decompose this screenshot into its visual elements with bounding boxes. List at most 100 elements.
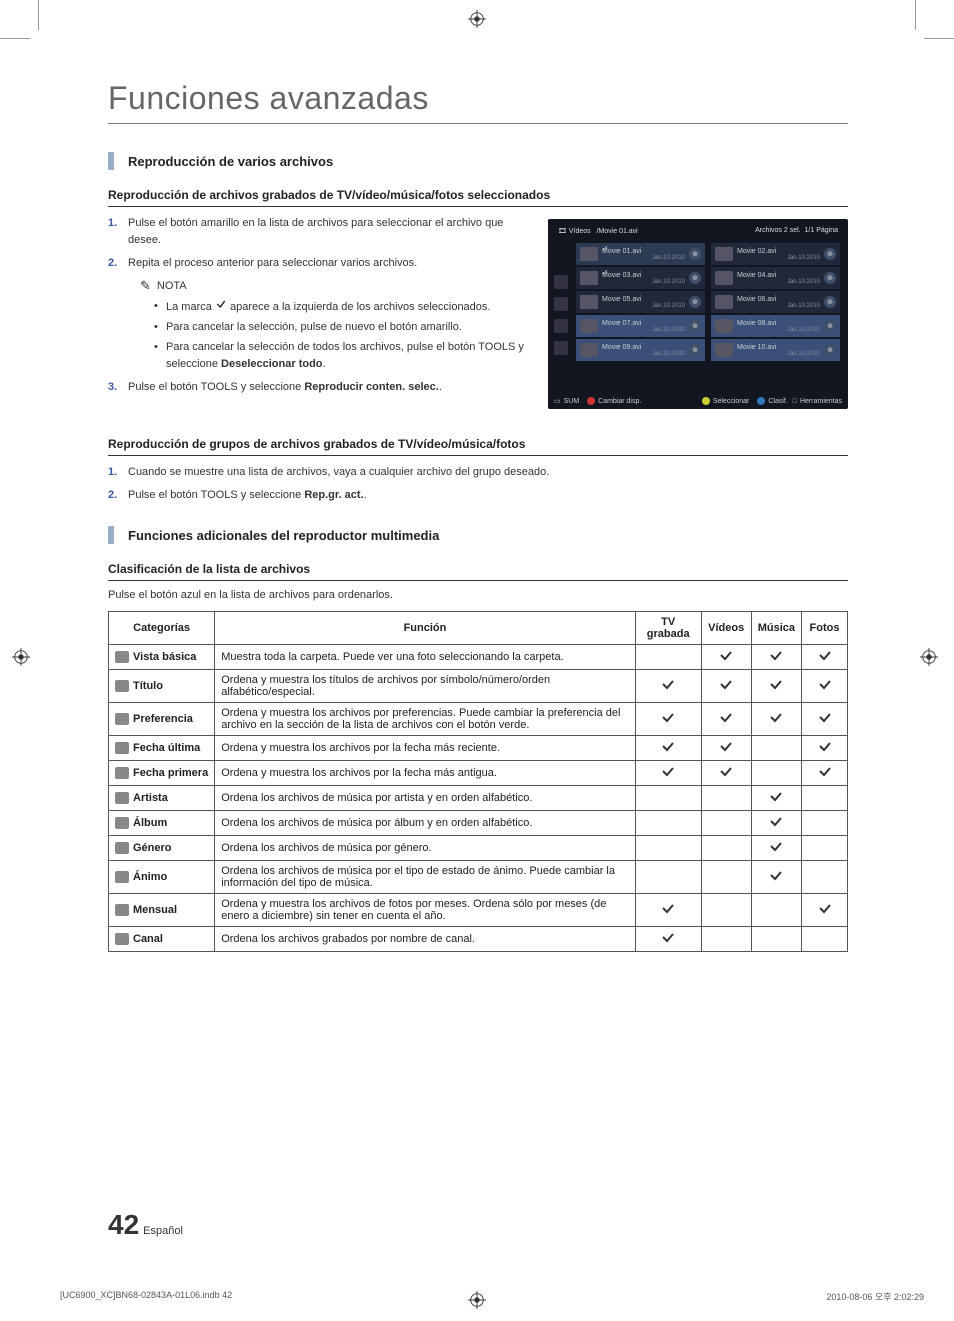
step-text: Pulse el botón TOOLS y seleccione Reprod… (128, 379, 530, 396)
ss-file-item: Movie 04.aviJan.10.2010⊕ (711, 267, 840, 289)
note-label: ✎ NOTA (140, 278, 530, 294)
table-row: ArtistaOrdena los archivos de música por… (109, 786, 848, 811)
cell-videos (701, 670, 751, 703)
ss-file-name: Movie 07.avi (602, 320, 685, 327)
ss-section-title: Vídeos (569, 228, 591, 235)
category-icon (115, 713, 129, 725)
cell-function: Ordena y muestra los títulos de archivos… (215, 670, 636, 703)
cell-tv (635, 811, 701, 836)
cell-function: Ordena los archivos grabados por nombre … (215, 927, 636, 952)
ss-file-name: Movie 02.avi (737, 248, 820, 255)
registration-mark-icon (920, 648, 938, 666)
cell-videos (701, 861, 751, 894)
ss-file-date: Jan.10.2010 (737, 255, 820, 261)
ss-thumbnail (580, 271, 598, 285)
footer-right: 2010-08-06 오후 2:02:29 (826, 1290, 924, 1303)
red-button-icon (587, 397, 595, 405)
ss-action-icon: ⊕ (689, 296, 701, 308)
page-number: 42Español (108, 1209, 183, 1241)
ss-file-name: Movie 04.avi (737, 272, 820, 279)
ss-action-icon: ⊕ (689, 344, 701, 356)
crop-mark (915, 0, 916, 30)
ss-thumbnail (715, 295, 733, 309)
ss-file-name: Movie 10.avi (737, 344, 820, 351)
cell-photos (802, 927, 848, 952)
cell-music (751, 861, 801, 894)
yellow-button-icon (702, 397, 710, 405)
ss-thumbnail (715, 247, 733, 261)
ss-action-icon: ⊕ (824, 320, 836, 332)
ss-file-name: Movie 08.avi (737, 320, 820, 327)
step-text: Cuando se muestre una lista de archivos,… (128, 464, 848, 481)
cell-videos (701, 703, 751, 736)
ss-thumbnail (715, 343, 733, 357)
cell-photos (802, 645, 848, 670)
print-footer: [UC6900_XC]BN68-02843A-01L06.indb 42 201… (60, 1290, 924, 1303)
ss-file-name: Movie 09.avi (602, 344, 685, 351)
cell-tv (635, 703, 701, 736)
cell-function: Ordena los archivos de música por artist… (215, 786, 636, 811)
table-row: PreferenciaOrdena y muestra los archivos… (109, 703, 848, 736)
cell-function: Ordena y muestra los archivos por la fec… (215, 736, 636, 761)
step-number: 3. (108, 379, 128, 396)
cell-function: Ordena los archivos de música por género… (215, 836, 636, 861)
crop-mark (38, 0, 39, 30)
ss-file-name: Movie 06.avi (737, 296, 820, 303)
check-icon: ✓ (602, 244, 609, 253)
ss-file-item: Movie 07.aviJan.10.2010⊕ (576, 315, 705, 337)
ss-action-icon: ⊕ (824, 344, 836, 356)
cell-category: Artista (109, 786, 215, 811)
ss-selection-count: Archivos 2 sel. (755, 227, 801, 234)
cell-category: Preferencia (109, 703, 215, 736)
ss-action-icon: ⊕ (689, 272, 701, 284)
ss-action-icon: ⊕ (824, 248, 836, 260)
cell-tv (635, 786, 701, 811)
table-row: ÁlbumOrdena los archivos de música por á… (109, 811, 848, 836)
ss-file-date: Jan.10.2010 (602, 279, 685, 285)
note-bullet: Para cancelar la selección, pulse de nue… (154, 319, 530, 336)
cell-videos (701, 736, 751, 761)
ss-file-name: Movie 03.avi (602, 272, 685, 279)
cell-category: Ánimo (109, 861, 215, 894)
cell-videos (701, 894, 751, 927)
ss-file-item: ✓Movie 03.aviJan.10.2010⊕ (576, 267, 705, 289)
cell-function: Ordena y muestra los archivos de fotos p… (215, 894, 636, 927)
registration-mark-icon (12, 648, 30, 666)
cell-function: Ordena y muestra los archivos por prefer… (215, 703, 636, 736)
ss-sidebar (554, 275, 568, 355)
cell-category: Álbum (109, 811, 215, 836)
ss-breadcrumb: /Movie 01.avi (596, 228, 637, 235)
ss-file-date: Jan.10.2010 (737, 327, 820, 333)
ui-screenshot-panel: 🎞 Vídeos /Movie 01.avi Archivos 2 sel. 1… (548, 219, 848, 409)
cell-category: Título (109, 670, 215, 703)
cell-function: Ordena los archivos de música por álbum … (215, 811, 636, 836)
step-number: 2. (108, 487, 128, 504)
cell-music (751, 894, 801, 927)
ss-file-date: Jan.10.2010 (602, 303, 685, 309)
cell-tv (635, 927, 701, 952)
check-icon (215, 298, 227, 310)
cell-photos (802, 761, 848, 786)
cell-tv (635, 894, 701, 927)
cell-tv (635, 861, 701, 894)
ss-file-date: Jan.10.2010 (602, 255, 685, 261)
cell-category: Canal (109, 927, 215, 952)
ss-thumbnail (580, 247, 598, 261)
ss-file-date: Jan.10.2010 (602, 327, 685, 333)
ss-footer-right: Seleccionar Clasif. □ Herramientas (702, 397, 842, 405)
category-icon (115, 742, 129, 754)
crop-mark (0, 38, 30, 39)
cell-photos (802, 786, 848, 811)
category-icon (115, 651, 129, 663)
ss-file-item: Movie 05.aviJan.10.2010⊕ (576, 291, 705, 313)
page-title: Funciones avanzadas (108, 80, 848, 124)
cell-music (751, 703, 801, 736)
step-number: 1. (108, 215, 128, 249)
ss-file-date: Jan.10.2010 (737, 351, 820, 357)
cell-music (751, 736, 801, 761)
ss-thumbnail (580, 343, 598, 357)
cell-category: Mensual (109, 894, 215, 927)
cell-function: Muestra toda la carpeta. Puede ver una f… (215, 645, 636, 670)
cell-function: Ordena y muestra los archivos por la fec… (215, 761, 636, 786)
th-videos: Vídeos (701, 612, 751, 645)
